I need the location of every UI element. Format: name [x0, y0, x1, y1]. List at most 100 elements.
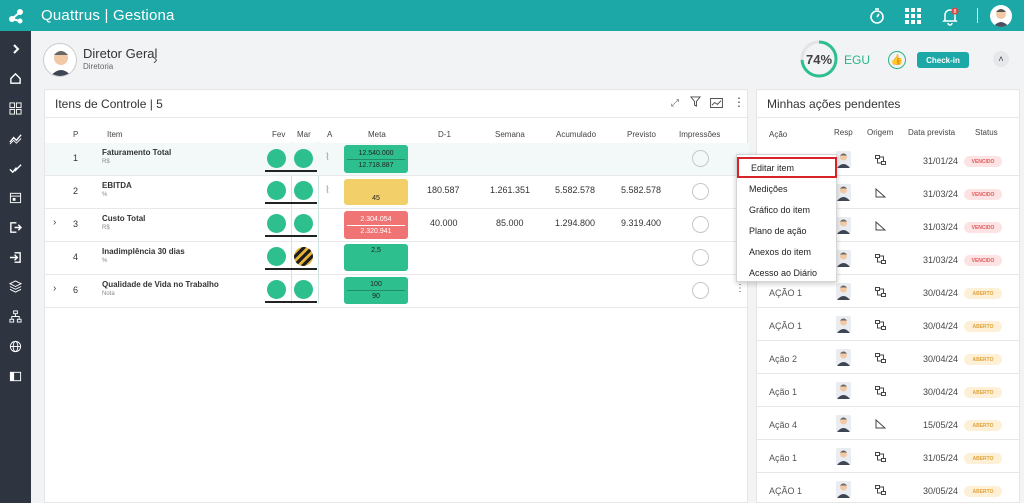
- dashboard-icon[interactable]: [0, 97, 31, 119]
- col-origem: Origem: [867, 128, 894, 137]
- impressions-icon[interactable]: [692, 150, 709, 167]
- action-name[interactable]: AÇÃO 1: [769, 321, 802, 331]
- action-name[interactable]: Ação 1: [769, 453, 797, 463]
- status-dot[interactable]: [267, 280, 286, 299]
- meta-box: 45: [344, 179, 408, 205]
- checkin-button[interactable]: Check-in: [917, 52, 969, 68]
- action-name[interactable]: AÇÃO 1: [769, 288, 802, 298]
- bell-icon[interactable]: 8: [938, 5, 962, 27]
- action-name[interactable]: AÇÃO 1: [769, 486, 802, 496]
- menu-edit-item[interactable]: Editar item: [737, 157, 837, 178]
- more-options-icon[interactable]: ⋮: [733, 95, 745, 109]
- menu-item-chart[interactable]: Gráfico do item: [737, 199, 837, 220]
- collapse-icon[interactable]: ˄: [993, 51, 1009, 67]
- due-date: 30/04/24: [922, 288, 958, 298]
- status-dot[interactable]: [294, 280, 313, 299]
- expand-row-icon[interactable]: ›: [53, 283, 56, 294]
- status-dot[interactable]: [267, 247, 286, 266]
- user-avatar[interactable]: [990, 5, 1012, 27]
- col-semana: Semana: [495, 130, 525, 139]
- user-name[interactable]: Diretor Geral: [83, 46, 157, 61]
- attachment-icon[interactable]: ⌇: [325, 152, 330, 163]
- pending-row[interactable]: Ação 1 31/05/24 ABERTO: [757, 440, 1019, 473]
- pending-row[interactable]: Ação 4 15/05/24 ABERTO: [757, 407, 1019, 440]
- login-icon[interactable]: [0, 246, 31, 268]
- chevron-right-icon[interactable]: [0, 38, 31, 60]
- chart-view-icon[interactable]: [710, 97, 723, 111]
- row-menu-icon[interactable]: ⋮: [735, 283, 745, 294]
- origin-icon: [875, 155, 886, 168]
- status-dot[interactable]: [267, 214, 286, 233]
- origin-icon: [875, 386, 886, 399]
- impressions-icon[interactable]: [692, 216, 709, 233]
- logo-icon: [8, 8, 23, 23]
- status-dot[interactable]: [267, 181, 286, 200]
- due-date: 31/03/24: [922, 255, 958, 265]
- menu-diary-access[interactable]: Acesso ao Diário: [737, 262, 837, 283]
- due-date: 31/01/24: [922, 156, 958, 166]
- status-badge: ABERTO: [964, 420, 1002, 431]
- row-name[interactable]: Qualidade de Vida no Trabalho: [102, 280, 219, 289]
- layers-icon[interactable]: [0, 275, 31, 297]
- status-dot[interactable]: [294, 149, 313, 168]
- globe-icon[interactable]: [0, 335, 31, 357]
- apps-grid-icon[interactable]: [902, 5, 924, 27]
- page-header: Diretor Geral Diretoria › 74% EGU 👍 Chec…: [31, 31, 1024, 86]
- impressions-icon[interactable]: [692, 249, 709, 266]
- status-dot[interactable]: [294, 214, 313, 233]
- status-dot[interactable]: [267, 149, 286, 168]
- org-chart-icon[interactable]: [0, 305, 31, 327]
- row-unit: %: [102, 258, 108, 264]
- pending-actions-title: Minhas ações pendentes: [767, 97, 901, 111]
- row-name[interactable]: Inadimplência 30 dias: [102, 247, 185, 256]
- divider: [45, 241, 749, 242]
- expand-icon[interactable]: ⤢: [671, 98, 679, 109]
- status-dot[interactable]: [294, 181, 313, 200]
- origin-icon: [875, 353, 886, 366]
- action-name[interactable]: Ação 2: [769, 354, 797, 364]
- chart-icon[interactable]: [0, 127, 31, 149]
- row-acumulado: 1.294.800: [555, 218, 596, 228]
- impressions-icon[interactable]: [692, 282, 709, 299]
- expand-row-icon[interactable]: ›: [53, 217, 56, 228]
- egu-label: EGU: [844, 53, 871, 67]
- filter-icon[interactable]: [689, 96, 702, 110]
- stopwatch-icon[interactable]: [866, 5, 888, 27]
- origin-icon: [875, 418, 887, 432]
- app-logo[interactable]: [0, 0, 31, 31]
- status-dot-striped[interactable]: [294, 247, 313, 266]
- row-name[interactable]: EBITDA: [102, 181, 132, 190]
- attachment-icon[interactable]: ⌇: [325, 185, 330, 196]
- responsible-avatar: [836, 316, 851, 333]
- impressions-icon[interactable]: [692, 183, 709, 200]
- like-icon[interactable]: 👍: [888, 51, 906, 69]
- calendar-icon[interactable]: [0, 186, 31, 208]
- home-icon[interactable]: [0, 67, 31, 89]
- check-icon[interactable]: [0, 157, 31, 179]
- menu-item-attachments[interactable]: Anexos do item: [737, 241, 837, 262]
- menu-action-plan[interactable]: Plano de ação: [737, 220, 837, 241]
- responsible-avatar: [836, 217, 851, 234]
- row-name[interactable]: Custo Total: [102, 214, 145, 223]
- col-meta: Meta: [368, 130, 386, 139]
- col-impressoes: Impressões: [679, 130, 721, 139]
- book-icon[interactable]: [0, 365, 31, 387]
- row-semana: 1.261.351: [490, 185, 531, 195]
- pending-row[interactable]: AÇÃO 1 30/04/24 ABERTO: [757, 308, 1019, 341]
- action-name[interactable]: Ação 1: [769, 387, 797, 397]
- menu-measurements[interactable]: Medições: [737, 178, 837, 199]
- row-priority: 2: [73, 186, 79, 196]
- pending-row[interactable]: AÇÃO 1 30/05/24 ABERTO: [757, 473, 1019, 502]
- chevron-right-icon[interactable]: ›: [153, 51, 158, 67]
- pending-row[interactable]: Ação 1 30/04/24 ABERTO: [757, 374, 1019, 407]
- meta-bottom: 90: [372, 293, 380, 300]
- row-name[interactable]: Faturamento Total: [102, 148, 171, 157]
- director-avatar: [43, 43, 77, 77]
- origin-icon: [875, 220, 887, 234]
- action-name[interactable]: Ação 4: [769, 420, 797, 430]
- pending-row[interactable]: Ação 2 30/04/24 ABERTO: [757, 341, 1019, 374]
- meta-top: 12.540.000: [358, 149, 394, 157]
- exit-icon[interactable]: [0, 216, 31, 238]
- status-badge: ABERTO: [964, 486, 1002, 497]
- meta-box: 2,5: [344, 244, 408, 271]
